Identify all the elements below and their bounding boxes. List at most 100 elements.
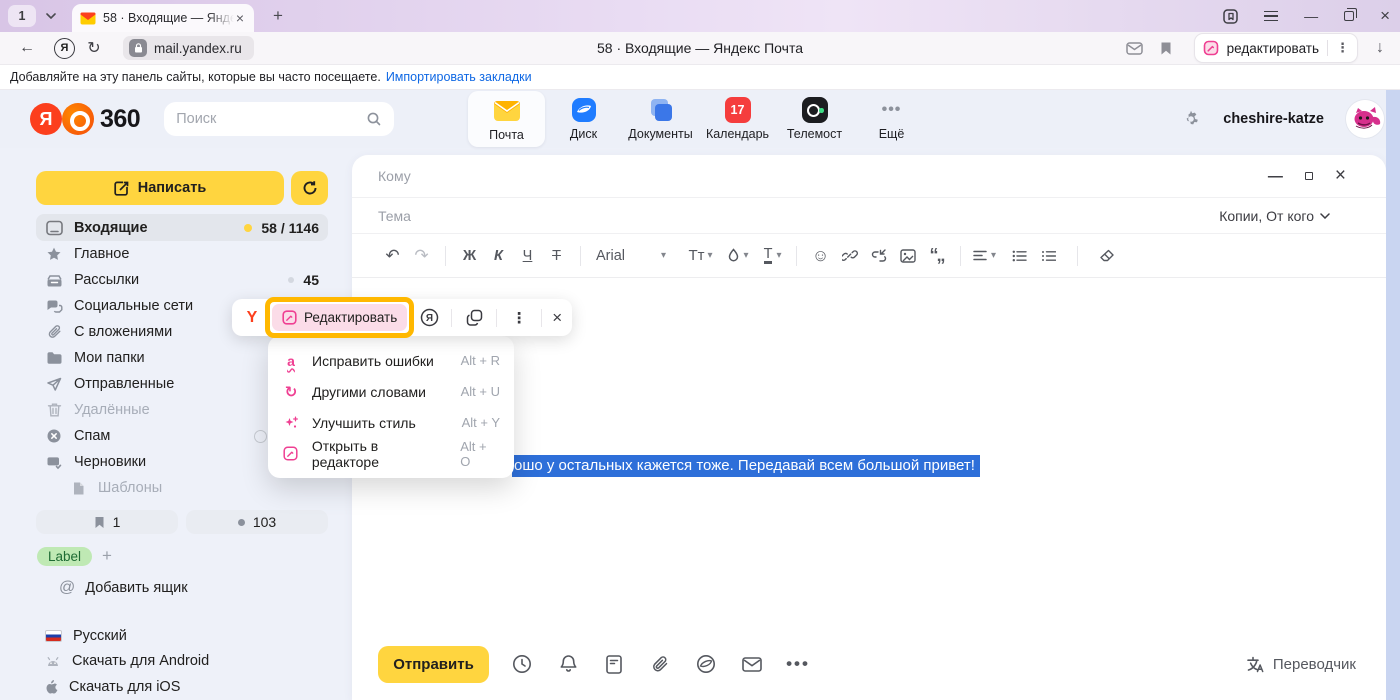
url-field[interactable]: mail.yandex.ru (123, 36, 254, 60)
restore-window-icon[interactable] (1344, 11, 1354, 21)
image-icon[interactable] (893, 249, 922, 263)
yandex-logo-icon: Я (30, 103, 62, 135)
minimize-window-icon[interactable]: — (1304, 8, 1318, 24)
back-icon[interactable]: ← (14, 39, 40, 57)
avatar[interactable] (1346, 100, 1384, 138)
menu-item-improve-style[interactable]: Улучшить стиль Alt + Y (268, 407, 514, 438)
attach-from-disk-icon[interactable] (683, 654, 729, 674)
refresh-button[interactable] (291, 171, 328, 205)
undo-icon[interactable]: ↶ (378, 246, 407, 266)
attach-file-icon[interactable] (637, 655, 683, 674)
browser-menu-icon[interactable] (1264, 8, 1278, 25)
popup-close-icon[interactable]: × (552, 308, 562, 328)
align-select[interactable]: ▾ (970, 250, 999, 262)
yandex360-logo[interactable]: Я 360 (30, 103, 140, 135)
page-scrollbar-track[interactable] (1386, 90, 1400, 700)
numbered-list-icon[interactable] (1034, 250, 1063, 262)
bookmarks-pill[interactable]: 1 (36, 510, 178, 534)
more-options-icon[interactable]: ••• (775, 654, 821, 674)
app-more[interactable]: ••• Ещё (853, 90, 930, 141)
underline-button[interactable]: Ч (513, 248, 542, 264)
bullet-list-icon[interactable] (1005, 250, 1034, 262)
schedule-send-icon[interactable] (499, 654, 545, 674)
highlight-color-button[interactable]: ▾ (723, 248, 752, 263)
font-family-select[interactable]: Arial ▾ (590, 248, 676, 264)
compose-button[interactable]: Написать (36, 171, 284, 205)
subject-field[interactable]: Тема Копии, От кого (352, 198, 1386, 234)
translator-button[interactable]: Переводчик (1245, 655, 1356, 674)
svg-text:Я: Я (426, 313, 433, 324)
edit-menu-button[interactable]: Редактировать (272, 304, 407, 331)
compose-close-icon[interactable]: × (1335, 165, 1346, 187)
tab-close-icon[interactable]: × (234, 10, 246, 26)
tab-group-button[interactable]: 1 (8, 5, 36, 27)
mail-notify-icon[interactable] (1126, 42, 1150, 55)
extension-more-icon[interactable]: ⋮ (1336, 40, 1349, 56)
emoji-icon[interactable]: ☺ (806, 246, 835, 266)
sidebar-item-inbox[interactable]: Входящие 58 / 1146 (36, 214, 328, 241)
eraser-icon[interactable] (1092, 249, 1121, 263)
bold-button[interactable]: Ж (455, 248, 484, 264)
downloads-icon[interactable]: ↓ (1368, 39, 1392, 57)
text-color-button[interactable]: T ▾ (758, 248, 787, 264)
search-box[interactable] (164, 102, 394, 136)
attach-from-mail-icon[interactable] (729, 657, 775, 672)
search-input[interactable] (176, 111, 366, 127)
compose-footer: Отправить ••• Переводчик (352, 634, 1386, 700)
quote-icon[interactable]: “„ (922, 245, 951, 266)
side-panel-icon[interactable] (1223, 9, 1238, 24)
compose-minimize-icon[interactable]: — (1268, 168, 1283, 185)
cc-from-toggle[interactable]: Копии, От кого (1219, 208, 1330, 224)
popup-more-icon[interactable]: ⋮ (507, 309, 531, 327)
yandex-browser-icon[interactable]: Я (54, 38, 75, 59)
bookmark-icon[interactable] (1160, 41, 1184, 56)
import-bookmarks-link[interactable]: Импортировать закладки (386, 70, 532, 84)
app-mail[interactable]: Почта (468, 91, 545, 147)
menu-item-fix-errors[interactable]: a Исправить ошибки Alt + R (268, 345, 514, 376)
app-disk[interactable]: Диск (545, 90, 622, 141)
download-ios-link[interactable]: Скачать для iOS (36, 674, 328, 700)
app-docs[interactable]: Документы (622, 90, 699, 141)
link-icon[interactable] (835, 248, 864, 264)
reload-icon[interactable]: ↻ (81, 38, 107, 58)
redo-icon[interactable]: ↷ (407, 246, 436, 266)
username[interactable]: cheshire-katze (1223, 111, 1324, 127)
new-tab-button[interactable]: + (266, 4, 290, 28)
font-size-select[interactable]: Tт▾ (686, 247, 715, 264)
counter-pill[interactable]: 103 (186, 510, 328, 534)
compose-expand-icon[interactable] (1305, 172, 1313, 180)
tab-list-chevron[interactable] (38, 5, 64, 27)
bookmarks-bar: Добавляйте на эту панель сайты, которые … (0, 65, 1400, 90)
unlink-icon[interactable] (864, 248, 893, 264)
yandex-search-icon[interactable]: Я (417, 308, 441, 327)
drafts-icon (45, 455, 63, 470)
italic-button[interactable]: К (484, 248, 513, 264)
send-button[interactable]: Отправить (378, 646, 489, 683)
neuro-edit-extension-button[interactable]: редактировать ⋮ (1194, 33, 1358, 63)
note-icon[interactable] (591, 655, 637, 674)
download-android-link[interactable]: Скачать для Android (36, 649, 328, 675)
page-title: 58 · Входящие — Яндекс Почта (500, 40, 900, 56)
reminder-bell-icon[interactable] (545, 654, 591, 674)
settings-gear-icon[interactable] (1181, 109, 1201, 129)
app-telemost[interactable]: Телемост (776, 90, 853, 141)
browser-tab[interactable]: 58 · Входящие — Яндек × (72, 4, 254, 32)
more-apps-icon: ••• (882, 101, 902, 119)
app-calendar[interactable]: 17 Календарь (699, 90, 776, 141)
sidebar-item-main[interactable]: Главное (36, 241, 328, 267)
close-window-icon[interactable]: × (1380, 6, 1390, 26)
copy-icon[interactable] (462, 309, 486, 326)
to-field[interactable]: Кому — × (352, 155, 1386, 198)
sidebar-item-newsletters[interactable]: Рассылки 45 (36, 267, 328, 293)
language-selector[interactable]: Русский (36, 623, 328, 649)
add-mailbox-button[interactable]: @ Добавить ящик (36, 579, 328, 597)
selected-text[interactable]: ошо у остальных кажется тоже. Передавай … (512, 455, 980, 477)
apps-row: Почта Диск Документы 17 Календарь Тел (468, 90, 930, 148)
yandex360-header: Я 360 Почта Диск (0, 90, 1400, 148)
sidebar-item-templates[interactable]: Шаблоны (36, 475, 328, 501)
strikethrough-button[interactable]: Т (542, 248, 571, 264)
menu-item-open-editor[interactable]: Открыть в редакторе Alt + O (268, 438, 514, 469)
add-label-icon[interactable]: + (102, 546, 112, 566)
menu-item-rephrase[interactable]: ↻ Другими словами Alt + U (268, 376, 514, 407)
label-tag[interactable]: Label (37, 547, 92, 566)
